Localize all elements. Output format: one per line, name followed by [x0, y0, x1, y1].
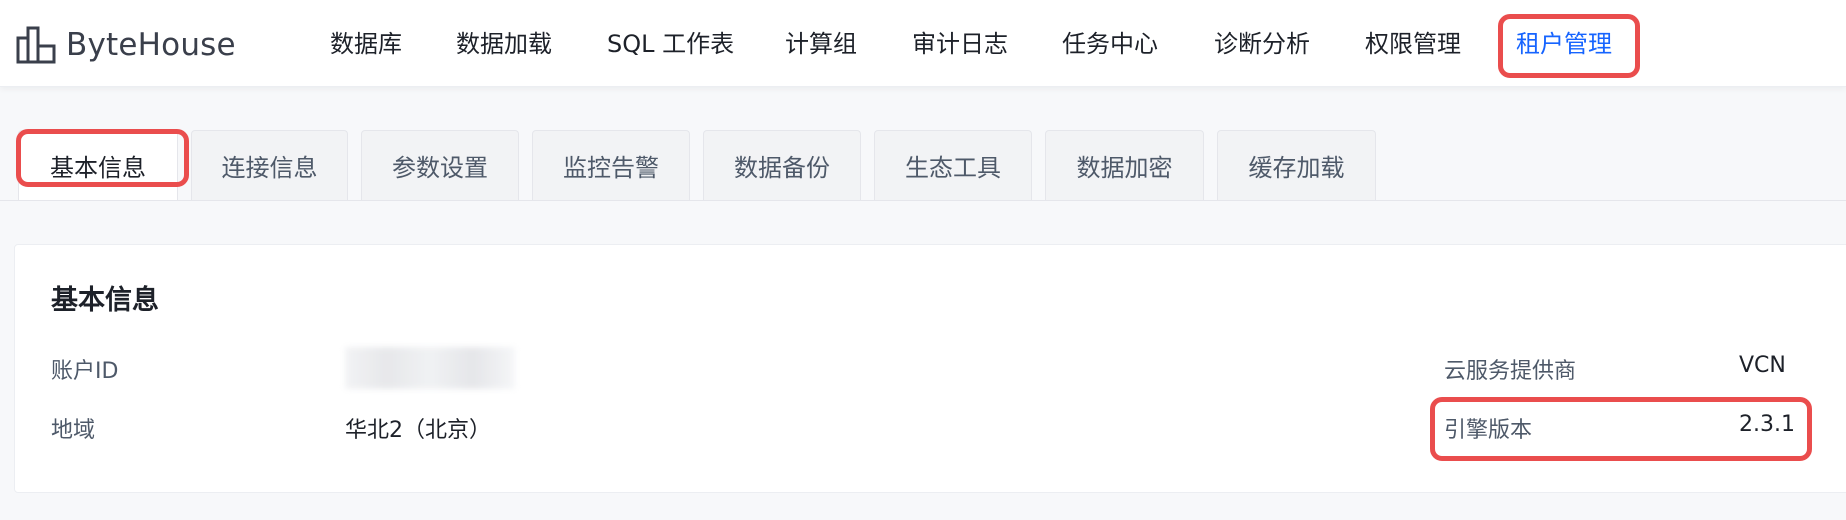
account-id-value-redacted: [345, 347, 515, 389]
nav-item-sql-worksheet[interactable]: SQL 工作表: [607, 29, 734, 59]
region-value: 华北2（北京）: [345, 418, 491, 443]
nav-item-task-center[interactable]: 任务中心: [1062, 29, 1158, 59]
cloud-provider-value: VCN: [1739, 353, 1786, 378]
tab-divider: [0, 200, 1846, 201]
nav-item-compute-group[interactable]: 计算组: [785, 29, 857, 59]
tab-parameter-settings[interactable]: 参数设置: [361, 130, 519, 200]
bytehouse-logo-icon: [16, 26, 56, 64]
tab-cache-loading[interactable]: 缓存加载: [1217, 130, 1376, 200]
nav-item-audit-log[interactable]: 审计日志: [912, 29, 1008, 59]
region-label: 地域: [51, 418, 96, 443]
tab-connection-info[interactable]: 连接信息: [191, 130, 348, 200]
brand-name: ByteHouse: [66, 27, 236, 63]
tab-data-backup[interactable]: 数据备份: [703, 130, 861, 200]
cloud-provider-label: 云服务提供商: [1444, 359, 1577, 384]
highlight-basic-info-tab: [16, 129, 189, 187]
tab-ecosystem-tools[interactable]: 生态工具: [874, 130, 1032, 200]
account-id-label: 账户ID: [51, 359, 119, 384]
nav-item-diagnostics[interactable]: 诊断分析: [1214, 29, 1310, 59]
card-title: 基本信息: [51, 285, 159, 316]
tab-data-encryption[interactable]: 数据加密: [1045, 130, 1204, 200]
nav-item-database[interactable]: 数据库: [330, 29, 402, 59]
nav-item-data-loading[interactable]: 数据加载: [456, 29, 552, 59]
tab-monitoring-alerts[interactable]: 监控告警: [532, 130, 690, 200]
brand-logo[interactable]: ByteHouse: [16, 18, 236, 72]
highlight-engine-version: [1430, 397, 1812, 461]
nav-item-permissions[interactable]: 权限管理: [1365, 29, 1461, 59]
highlight-tenant-management: [1498, 14, 1640, 78]
